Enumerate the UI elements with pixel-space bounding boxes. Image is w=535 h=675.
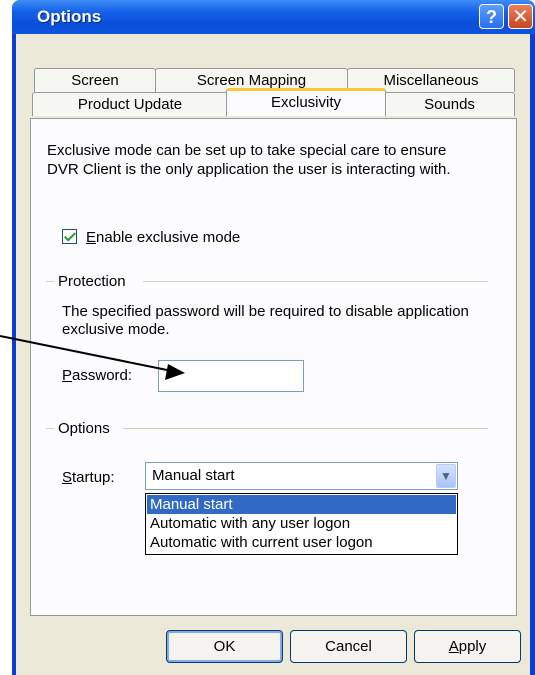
annotation-arrow — [0, 335, 185, 380]
